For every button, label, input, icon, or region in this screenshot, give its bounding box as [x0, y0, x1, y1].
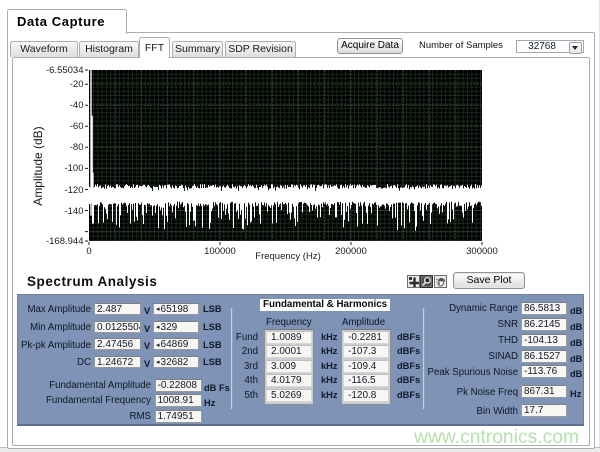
harmonic-frequency-value[interactable]: 4.0179	[266, 374, 312, 387]
metric-label: SINAD	[360, 351, 518, 362]
metric-value[interactable]: -104.13	[521, 334, 567, 347]
stat-value[interactable]: -0.22808	[155, 379, 202, 392]
metric-unit: dB	[570, 322, 582, 332]
metric-value[interactable]: 86.5813	[521, 302, 567, 315]
y-tick-label: -40	[40, 100, 84, 111]
metric-label: SNR	[360, 319, 518, 330]
watermark: www.cntronics.com	[414, 427, 579, 449]
y-tick-label: -60	[40, 121, 84, 132]
frequency-column-header: Frequency	[266, 317, 312, 328]
y-tick-label: -80	[40, 142, 84, 153]
metric-unit: dB	[570, 369, 582, 379]
stat-value[interactable]: 1.74951	[155, 410, 202, 423]
stat-label: Fundamental Frequency	[0, 395, 151, 406]
fft-plot[interactable]	[89, 70, 482, 241]
tab-data-capture[interactable]: Data Capture	[7, 9, 127, 34]
y-axis-title: Amplitude (dB)	[31, 159, 45, 173]
stat-value-lsb[interactable]: ◂329	[153, 321, 199, 333]
number-of-samples-label: Number of Samples	[419, 40, 507, 51]
stat-value-volts[interactable]: 2.487	[94, 303, 141, 315]
metric-label: Dynamic Range	[360, 303, 518, 314]
stat-label: Fundamental Amplitude	[0, 380, 151, 391]
metric-value[interactable]: 867.31	[521, 385, 567, 398]
x-axis-title: Frequency (Hz)	[238, 251, 338, 262]
number-of-samples-dropdown[interactable]: 32768	[516, 40, 584, 53]
tab-summary[interactable]: Summary	[172, 41, 223, 57]
coerce-arrow-icon: ◂	[156, 324, 160, 331]
metric-unit: Hz	[570, 389, 581, 399]
stat-label: Pk-pk Amplitude	[0, 340, 91, 351]
harmonic-frequency-value[interactable]: 5.0269	[266, 389, 312, 402]
data-capture-window: Data Capture WaveformHistogramFFTSummary…	[0, 0, 600, 452]
tab-sdp-revision[interactable]: SDP Revision	[225, 41, 296, 57]
harmonic-row-label: Fund	[200, 332, 258, 343]
cursor-move-icon[interactable]	[407, 275, 420, 288]
metric-label: Bin Width	[360, 406, 518, 417]
harmonic-row-label: 2nd	[200, 346, 258, 357]
stat-value-lsb[interactable]: ◂32682	[153, 356, 199, 368]
stat-unit-lsb: LSB	[203, 304, 222, 314]
x-tick-label: 300000	[457, 246, 507, 257]
tab-waveform[interactable]: Waveform	[10, 41, 78, 57]
pan-hand-icon[interactable]	[434, 275, 447, 288]
save-plot-button[interactable]: Save Plot	[453, 272, 525, 289]
metric-label: THD	[360, 335, 518, 346]
harmonic-frequency-value[interactable]: 1.0089	[266, 331, 312, 344]
chevron-down-icon	[572, 46, 578, 53]
metric-value[interactable]: 86.2145	[521, 318, 567, 331]
metric-unit: dB	[570, 354, 582, 364]
harmonic-row-label: 3rd	[200, 361, 258, 372]
coerce-arrow-icon: ◂	[156, 342, 160, 349]
y-tick-label: -20	[40, 79, 84, 90]
harmonic-frequency-value[interactable]: 3.009	[266, 360, 312, 373]
metric-label: Peak Spurious Noise	[360, 367, 518, 378]
harmonic-row-label: 4th	[200, 375, 258, 386]
stat-value-volts[interactable]: 2.47456	[94, 338, 141, 350]
zoom-icon[interactable]	[420, 275, 433, 288]
khz-unit: kHz	[321, 390, 338, 400]
stat-label: Min Amplitude	[0, 322, 91, 333]
tab-fft[interactable]: FFT	[139, 37, 170, 58]
khz-unit: kHz	[321, 361, 338, 371]
number-of-samples-value: 32768	[517, 41, 567, 52]
frequency-array: 1.00892.0001 3.0094.0179 5.0269	[264, 329, 314, 405]
metric-value[interactable]: 86.1527	[521, 350, 567, 363]
stat-value-lsb[interactable]: ◂65198	[153, 303, 199, 315]
spectrum-analysis-heading: Spectrum Analysis	[27, 274, 157, 289]
stat-label: DC	[0, 357, 91, 368]
stat-value-lsb[interactable]: ◂64869	[153, 338, 199, 350]
stat-unit-volts: V	[144, 359, 150, 369]
harmonic-row-label: 5th	[200, 390, 258, 401]
stat-label: RMS	[0, 411, 151, 422]
y-tick-label: -140	[40, 206, 84, 217]
stat-unit-volts: V	[144, 306, 150, 316]
x-tick-label: 0	[64, 246, 114, 257]
metric-label: Pk Noise Freq	[360, 387, 518, 398]
metric-value[interactable]: 17.7	[521, 404, 567, 417]
coerce-arrow-icon: ◂	[156, 359, 160, 366]
stat-unit-volts: V	[144, 324, 150, 334]
coerce-arrow-icon: ◂	[156, 306, 160, 313]
stat-unit-lsb: LSB	[203, 322, 222, 332]
metric-value[interactable]: -113.76	[521, 365, 567, 378]
stat-value-volts[interactable]: 0.0125504	[94, 321, 141, 333]
stat-value[interactable]: 1008.91	[155, 394, 202, 407]
metric-unit: dB	[570, 338, 582, 348]
harmonic-frequency-value[interactable]: 2.0001	[266, 345, 312, 358]
khz-unit: kHz	[321, 332, 338, 342]
khz-unit: kHz	[321, 346, 338, 356]
tab-histogram[interactable]: Histogram	[79, 41, 139, 57]
stat-value-volts[interactable]: 1.24672	[94, 356, 141, 368]
y-tick-label: -6.55034	[40, 65, 84, 76]
acquire-data-button[interactable]: Acquire Data	[337, 38, 403, 54]
stat-unit-volts: V	[144, 341, 150, 351]
y-tick-label: -120	[40, 185, 84, 196]
y-tick-label: -100	[40, 163, 84, 174]
metric-unit: dB	[570, 306, 582, 316]
khz-unit: kHz	[321, 375, 338, 385]
stat-label: Max Amplitude	[0, 304, 91, 315]
dropdown-arrow-button[interactable]	[569, 42, 582, 54]
